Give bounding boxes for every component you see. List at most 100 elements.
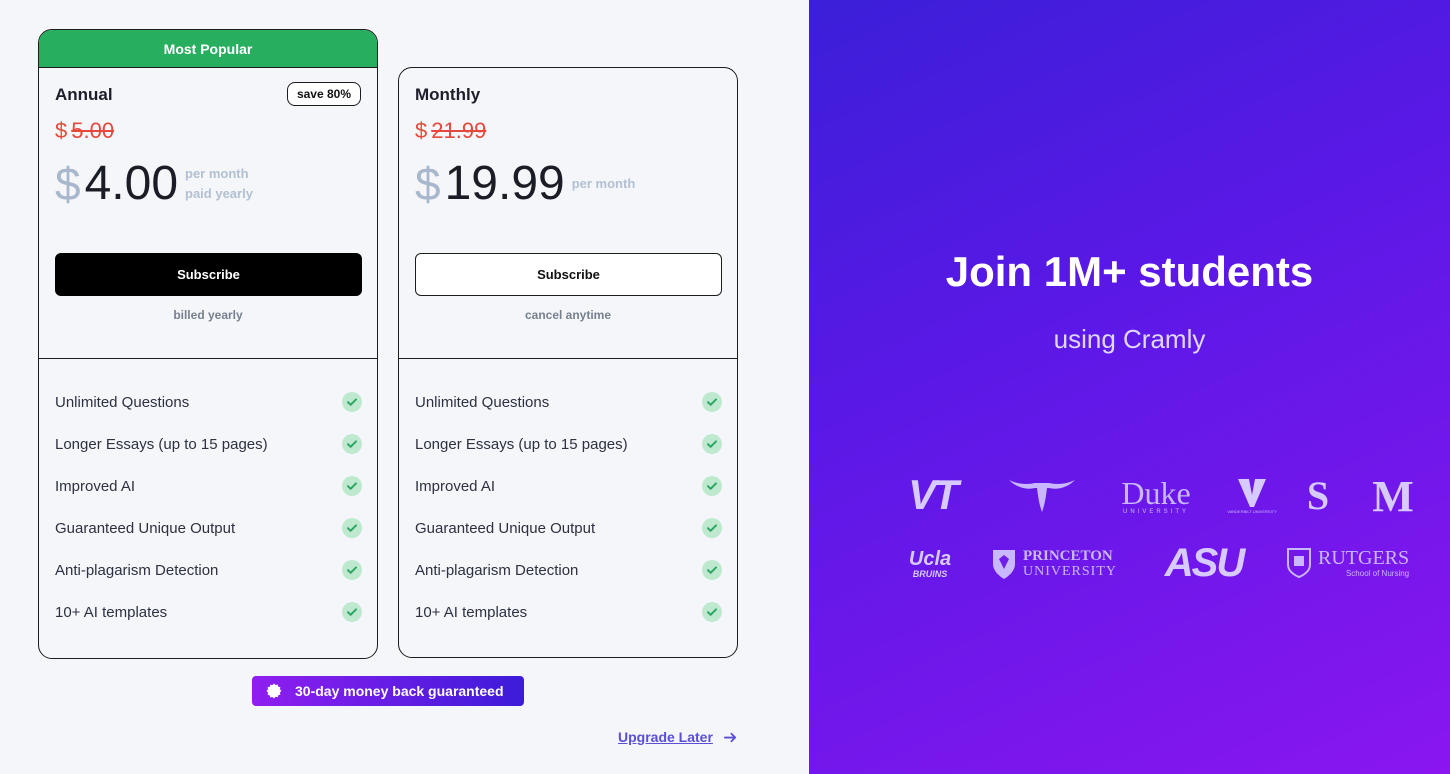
feature-row: 10+ AI templates bbox=[415, 591, 722, 633]
feature-label: Improved AI bbox=[55, 477, 136, 495]
feature-row: Guaranteed Unique Output bbox=[55, 507, 362, 549]
check-circle-icon bbox=[342, 518, 362, 538]
princeton-shield-icon bbox=[993, 550, 1015, 579]
feature-row: Anti-plagarism Detection bbox=[55, 549, 362, 591]
paid-yearly-label: paid yearly bbox=[185, 186, 253, 201]
check-circle-icon bbox=[342, 602, 362, 622]
duke-wordmark: Duke bbox=[1121, 475, 1191, 511]
per-month-label: per month bbox=[571, 176, 636, 191]
feature-label: Unlimited Questions bbox=[415, 393, 550, 411]
save-badge: save 80% bbox=[286, 82, 361, 106]
price-amount: 4.00 bbox=[84, 157, 179, 210]
vanderbilt-logo: VANDERBILT UNIVERSITY bbox=[1227, 474, 1277, 516]
current-price: $ 4.00 per month paid yearly bbox=[55, 157, 253, 211]
feature-label: 10+ AI templates bbox=[55, 603, 168, 621]
texas-longhorn-logo bbox=[1007, 474, 1077, 516]
feature-row: Longer Essays (up to 15 pages) bbox=[55, 423, 362, 465]
billing-note: cancel anytime bbox=[524, 308, 612, 322]
pricing-panel: Most Popular Annual save 80% $5.00 $ 4.0… bbox=[0, 0, 809, 774]
feature-label: Anti-plagarism Detection bbox=[415, 561, 579, 579]
most-popular-banner: Most Popular bbox=[39, 30, 377, 68]
longhorn-icon bbox=[1009, 480, 1075, 512]
princeton-subtitle: UNIVERSITY bbox=[1023, 564, 1117, 579]
plan-name: Monthly bbox=[415, 85, 481, 104]
currency-symbol: $ bbox=[415, 158, 441, 210]
annual-feature-list: Unlimited Questions Longer Essays (up to … bbox=[55, 381, 362, 633]
rutgers-subtitle: School of Nursing bbox=[1345, 569, 1410, 578]
promo-subtitle: using Cramly bbox=[1053, 324, 1206, 354]
check-circle-icon bbox=[702, 392, 722, 412]
ucla-wordmark: Ucla bbox=[908, 548, 952, 570]
guarantee-text: 30-day money back guaranteed bbox=[295, 683, 504, 699]
original-price-amount: 21.99 bbox=[431, 118, 487, 143]
monthly-subscribe-button[interactable]: Subscribe bbox=[415, 253, 722, 296]
rutgers-logo: RUTGERS School of Nursing bbox=[1286, 543, 1410, 583]
promo-title: Join 1M+ students bbox=[945, 248, 1314, 295]
feature-row: Anti-plagarism Detection bbox=[415, 549, 722, 591]
monthly-plan-header: Monthly $21.99 $ 19.99 per month Subscri… bbox=[399, 68, 737, 358]
feature-label: Improved AI bbox=[415, 477, 496, 495]
ucla-logo: Ucla BRUINS bbox=[903, 544, 957, 584]
promo-panel: Join 1M+ students using Cramly VT Duke U… bbox=[809, 0, 1450, 774]
duke-subtitle: UNIVERSITY bbox=[1122, 509, 1189, 515]
rutgers-crest-icon bbox=[1287, 548, 1311, 579]
feature-label: Anti-plagarism Detection bbox=[55, 561, 219, 579]
asu-logo: ASU bbox=[1164, 540, 1245, 585]
currency-symbol: $ bbox=[415, 118, 428, 143]
upgrade-later-link[interactable]: Upgrade Later bbox=[618, 729, 738, 745]
vanderbilt-v-icon bbox=[1238, 478, 1266, 507]
arrow-right-icon bbox=[723, 732, 737, 742]
billing-note: billed yearly bbox=[173, 308, 243, 322]
check-circle-icon bbox=[702, 518, 722, 538]
stanford-logo: S bbox=[1306, 472, 1330, 518]
feature-label: Longer Essays (up to 15 pages) bbox=[415, 435, 628, 453]
price-amount: 19.99 bbox=[444, 157, 565, 210]
plan-name: Annual bbox=[55, 85, 113, 104]
feature-label: Guaranteed Unique Output bbox=[55, 519, 236, 537]
card-divider bbox=[399, 358, 737, 359]
currency-symbol: $ bbox=[55, 158, 81, 210]
feature-label: Longer Essays (up to 15 pages) bbox=[55, 435, 268, 453]
original-price: $21.99 bbox=[415, 118, 486, 144]
duke-logo: Duke UNIVERSITY bbox=[1113, 474, 1199, 518]
check-circle-icon bbox=[342, 560, 362, 580]
card-divider bbox=[39, 358, 377, 359]
check-circle-icon bbox=[702, 602, 722, 622]
feature-row: Guaranteed Unique Output bbox=[415, 507, 722, 549]
rutgers-wordmark: RUTGERS bbox=[1318, 547, 1410, 569]
annual-plan-header: Annual save 80% $5.00 $ 4.00 per month p… bbox=[39, 68, 377, 358]
check-circle-icon bbox=[342, 392, 362, 412]
check-circle-icon bbox=[342, 434, 362, 454]
check-circle-icon bbox=[702, 560, 722, 580]
seal-badge-icon bbox=[266, 683, 282, 699]
feature-label: Unlimited Questions bbox=[55, 393, 190, 411]
michigan-logo: M bbox=[1372, 471, 1414, 521]
check-circle-icon bbox=[702, 476, 722, 496]
feature-label: 10+ AI templates bbox=[415, 603, 528, 621]
price-period: per month bbox=[572, 174, 636, 194]
virginia-tech-logo: VT bbox=[908, 471, 959, 518]
feature-row: Unlimited Questions bbox=[55, 381, 362, 423]
price-period: per month paid yearly bbox=[185, 164, 253, 204]
original-price-amount: 5.00 bbox=[71, 118, 115, 143]
feature-row: Improved AI bbox=[55, 465, 362, 507]
check-circle-icon bbox=[702, 434, 722, 454]
money-back-guarantee-badge: 30-day money back guaranteed bbox=[252, 676, 524, 706]
currency-symbol: $ bbox=[55, 118, 68, 143]
ucla-subtitle: BRUINS bbox=[912, 569, 948, 579]
feature-label: Guaranteed Unique Output bbox=[415, 519, 596, 537]
feature-row: Longer Essays (up to 15 pages) bbox=[415, 423, 722, 465]
monthly-plan-card: Monthly $21.99 $ 19.99 per month Subscri… bbox=[398, 67, 738, 658]
annual-plan-card: Most Popular Annual save 80% $5.00 $ 4.0… bbox=[38, 29, 378, 659]
original-price: $5.00 bbox=[55, 118, 114, 144]
check-circle-icon bbox=[342, 476, 362, 496]
annual-subscribe-button[interactable]: Subscribe bbox=[55, 253, 362, 296]
feature-row: Unlimited Questions bbox=[415, 381, 722, 423]
princeton-wordmark: PRINCETON bbox=[1023, 548, 1113, 564]
feature-row: 10+ AI templates bbox=[55, 591, 362, 633]
feature-row: Improved AI bbox=[415, 465, 722, 507]
current-price: $ 19.99 per month bbox=[415, 157, 636, 211]
vanderbilt-subtitle: VANDERBILT UNIVERSITY bbox=[1227, 508, 1277, 514]
monthly-feature-list: Unlimited Questions Longer Essays (up to … bbox=[415, 381, 722, 633]
per-month-label: per month bbox=[185, 166, 249, 181]
